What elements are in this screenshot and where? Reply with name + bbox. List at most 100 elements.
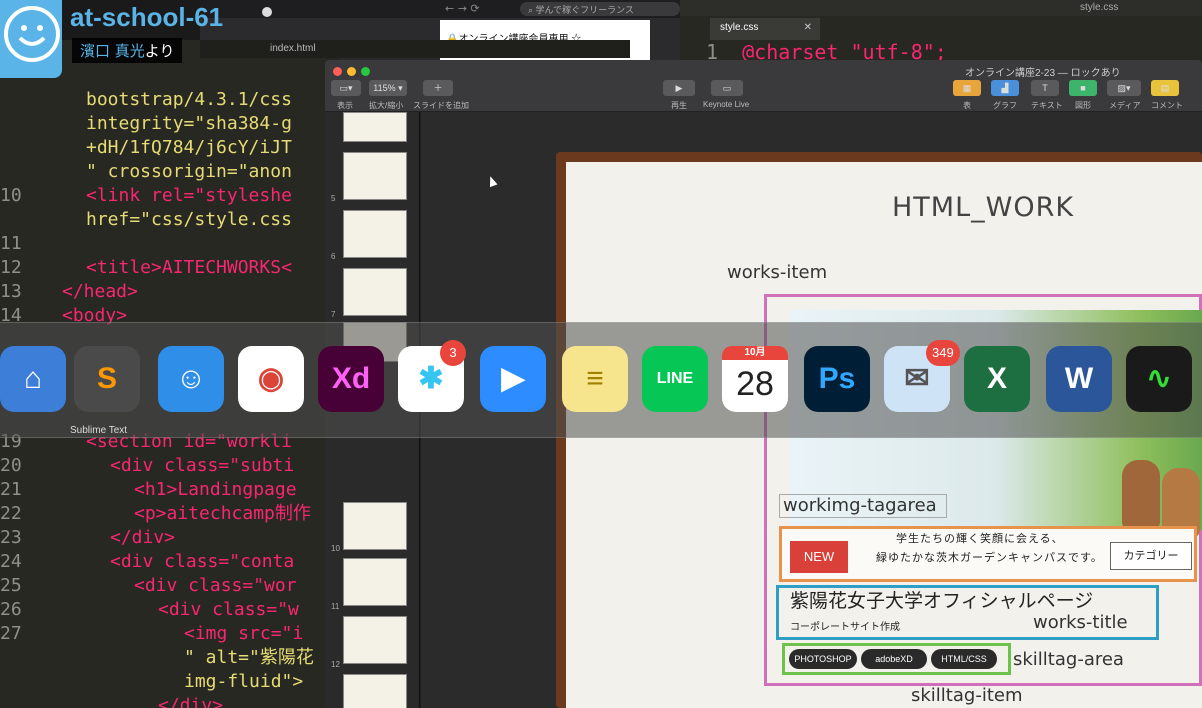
- code-line: " alt="紫陽花: [184, 647, 314, 668]
- shape-icon: ■: [1080, 83, 1086, 93]
- keynote-live-label: Keynote Live: [703, 100, 750, 109]
- zoom-icon[interactable]: ▶: [480, 346, 546, 412]
- chart-button[interactable]: ▟: [991, 80, 1019, 96]
- app-glyph: Xd: [331, 362, 371, 395]
- text-button[interactable]: T: [1031, 80, 1059, 96]
- calendar-day: 28: [736, 365, 774, 403]
- notification-badge: 3: [440, 340, 466, 366]
- slide-number: 6: [331, 252, 336, 261]
- skilltag-item: HTML/CSS: [931, 649, 997, 669]
- calendar-icon[interactable]: 10月 28: [722, 346, 788, 412]
- shape-label: 図形: [1075, 101, 1091, 110]
- text-label: テキスト: [1031, 101, 1063, 110]
- minimize-window-button[interactable]: [347, 67, 356, 76]
- browser-nav-icons[interactable]: ← → ⟳: [445, 2, 480, 15]
- slide-thumbnail[interactable]: [343, 268, 407, 316]
- keynote-toolbar: オンライン講座2-23 — ロックあり ▭▾ 表示 115% ▾ 拡大/縮小 ＋…: [325, 60, 1202, 112]
- play-icon: ▶: [675, 83, 683, 93]
- slide-thumbnail[interactable]: [343, 112, 407, 142]
- slide-thumbnail[interactable]: [343, 558, 407, 606]
- line-number: 26: [0, 599, 22, 620]
- chart-label: グラフ: [993, 101, 1017, 110]
- sublime-text-icon[interactable]: S: [74, 346, 140, 412]
- line-number: 20: [0, 455, 22, 476]
- chevron-down-icon: ▾: [395, 83, 403, 93]
- finder-icon[interactable]: ☺: [158, 346, 224, 412]
- css-window-title: style.css: [1080, 2, 1119, 13]
- table-button[interactable]: ▦: [953, 80, 981, 96]
- add-slide-button[interactable]: ＋: [423, 80, 453, 96]
- app-glyph: Ps: [818, 362, 856, 395]
- room-name: at-school-61: [70, 2, 224, 32]
- skilltag-item: PHOTOSHOP: [789, 649, 857, 669]
- works-subtitle-jp: コーポレートサイト作成: [790, 622, 900, 633]
- keynote-icon[interactable]: ⌂: [0, 346, 66, 412]
- zoom-window-button[interactable]: [361, 67, 370, 76]
- code-line: <link rel="styleshe: [86, 185, 292, 206]
- code-line: <div class="wor: [134, 575, 297, 596]
- skilltag-item: adobeXD: [861, 649, 927, 669]
- line-icon[interactable]: LINE: [642, 346, 708, 412]
- screen: ← → ⟳ ⌕ 学んで稼ぐフリーランス 🔒オンライン講座会員専用 ☆ index…: [0, 0, 1202, 708]
- code-line: </div>: [110, 527, 176, 548]
- chrome-icon[interactable]: ◉: [238, 346, 304, 412]
- keynote-live-button[interactable]: ▭: [711, 80, 743, 96]
- css-editor-tab[interactable]: style.css ✕: [710, 18, 820, 40]
- adobe-xd-icon[interactable]: Xd: [318, 346, 384, 412]
- code-line: <div class="w: [158, 599, 299, 620]
- code-line: <div class="conta: [110, 551, 295, 572]
- slide-title: HTML_WORK: [892, 192, 1075, 223]
- slide-thumbnail[interactable]: [343, 152, 407, 200]
- address-text: 学んで稼ぐフリーランス: [535, 5, 634, 15]
- code-line: +dH/1fQ784/j6cY/iJT: [86, 137, 292, 158]
- chart-icon: ▟: [1001, 83, 1009, 93]
- keynote-window-title: オンライン講座2-23 — ロックあり: [965, 68, 1121, 79]
- code-line: </div>: [158, 695, 224, 708]
- code-line: bootstrap/4.3.1/css: [86, 89, 292, 110]
- slide-thumbnail[interactable]: [343, 210, 407, 258]
- html-editor-tabbar: index.html: [200, 40, 630, 58]
- slide-thumbnail[interactable]: [343, 616, 407, 664]
- comment-button[interactable]: ▤: [1151, 80, 1179, 96]
- calendar-month: 10月: [722, 346, 788, 360]
- line-number: 13: [0, 281, 22, 302]
- comment-icon: ▤: [1160, 83, 1170, 93]
- slide-number: 11: [331, 602, 340, 611]
- activity-monitor-icon[interactable]: ∿: [1126, 346, 1192, 412]
- view-label: 表示: [337, 101, 353, 110]
- recording-dot-icon: [262, 7, 272, 17]
- browser-address-bar[interactable]: ⌕ 学んで稼ぐフリーランス: [520, 2, 680, 16]
- works-item-label: works-item: [727, 262, 828, 283]
- close-icon[interactable]: ✕: [804, 22, 812, 33]
- close-window-button[interactable]: [333, 67, 342, 76]
- skilltag-area-label: skilltag-area: [1013, 649, 1124, 670]
- shape-button[interactable]: ■: [1069, 80, 1097, 96]
- media-button[interactable]: ▨▾: [1107, 80, 1141, 96]
- view-button[interactable]: ▭▾: [331, 80, 361, 96]
- zoom-select[interactable]: 115% ▾: [369, 80, 407, 96]
- word-icon[interactable]: W: [1046, 346, 1112, 412]
- slide-number: 12: [331, 660, 340, 669]
- notes-icon[interactable]: ≡: [562, 346, 628, 412]
- line-number: 22: [0, 503, 22, 524]
- css-tab-label: style.css: [720, 22, 759, 33]
- play-button[interactable]: ▶: [663, 80, 695, 96]
- dog-image: [1122, 460, 1160, 530]
- html-editor-tab[interactable]: index.html: [270, 43, 316, 54]
- category-button[interactable]: カテゴリー: [1110, 542, 1192, 570]
- works-title-jp: 紫陽花女子大学オフィシャルページ: [790, 590, 1094, 612]
- line-number: 25: [0, 575, 22, 596]
- sidebar-icon: ▭▾: [339, 83, 353, 93]
- slide-thumbnail[interactable]: [343, 502, 407, 550]
- notification-badge: 349: [926, 340, 960, 366]
- presenter-name: 濱口 真光: [80, 42, 145, 60]
- slide-thumbnail[interactable]: [343, 674, 407, 708]
- media-label: メディア: [1109, 101, 1141, 110]
- slide-number: 10: [331, 544, 340, 553]
- code-line: img-fluid">: [184, 671, 304, 692]
- code-line: integrity="sha384-g: [86, 113, 292, 134]
- excel-icon[interactable]: X: [964, 346, 1030, 412]
- app-glyph: X: [986, 362, 1007, 395]
- smiley-face-icon: [4, 6, 60, 62]
- photoshop-icon[interactable]: Ps: [804, 346, 870, 412]
